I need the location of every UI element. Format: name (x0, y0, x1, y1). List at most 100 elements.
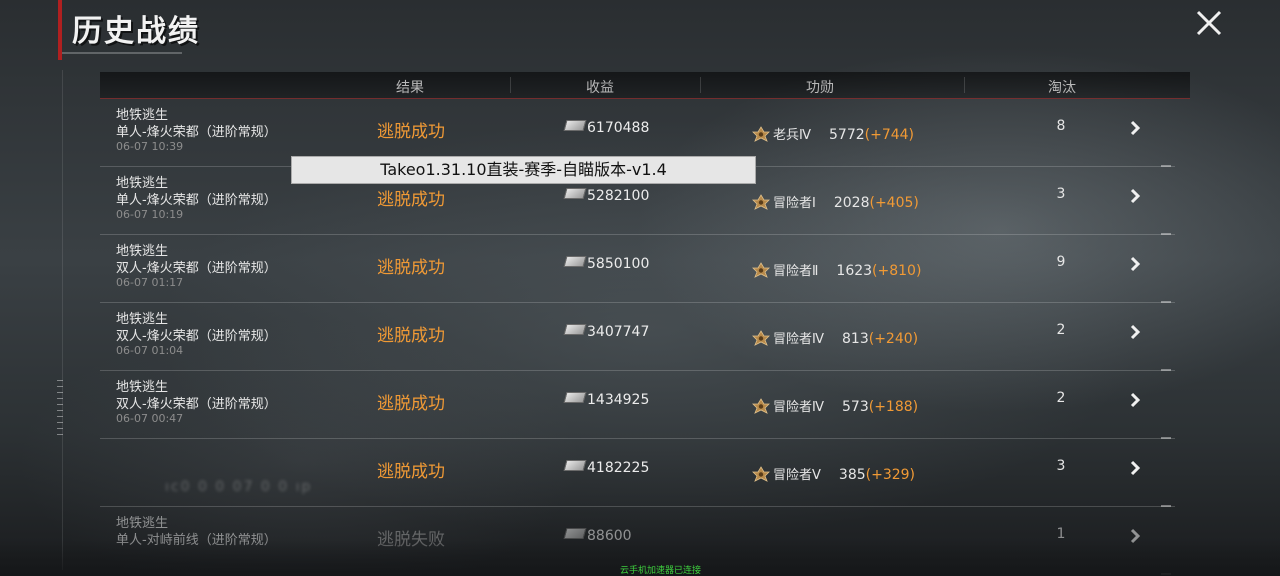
rank-name: 冒险者Ⅱ (773, 264, 819, 279)
match-row[interactable]: 地铁逃生 双人-烽火荣都（进阶常规） 06-07 01:17 逃脱成功 5850100 冒… (100, 236, 1175, 303)
medal-icon (752, 466, 770, 482)
row-tick (1161, 437, 1171, 439)
match-time: 06-07 10:39 (116, 140, 184, 153)
match-time: 06-07 01:17 (116, 276, 184, 289)
match-eliminations: 2 (1056, 390, 1066, 406)
earnings-value: 88600 (587, 528, 632, 544)
earnings-value: 5850100 (587, 256, 650, 272)
connection-status: 云手机加速器已连接 (620, 566, 702, 576)
match-earnings: 3407747 (563, 324, 649, 340)
column-separator (964, 77, 965, 93)
match-eliminations: 8 (1056, 118, 1066, 134)
match-result: 逃脱失败 (377, 530, 445, 550)
match-eliminations: 9 (1056, 254, 1066, 270)
chevron-right-icon[interactable] (1128, 256, 1142, 272)
merit-delta: (+405) (869, 195, 919, 211)
table-header: 结果 收益 功勋 淘汰 (100, 72, 1190, 99)
merit-delta: (+240) (868, 331, 919, 347)
merit-points: 5772 (829, 127, 865, 143)
match-map: 单人-烽火荣都（进阶常规） (116, 125, 277, 140)
match-earnings: 1434925 (563, 392, 649, 408)
title-accent-bar (58, 0, 62, 60)
merit-points: 813 (842, 331, 869, 347)
match-result: 逃脱成功 (377, 326, 445, 346)
earnings-value: 6170488 (587, 120, 650, 136)
rank-name: 冒险者Ⅳ (773, 400, 824, 415)
match-map: 单人-烽火荣都（进阶常规） (116, 193, 277, 208)
rank-name: 冒险者Ⅰ (773, 196, 816, 211)
match-earnings: 4182225 (563, 460, 650, 476)
row-tick (1161, 573, 1171, 575)
chevron-right-icon[interactable] (1128, 460, 1142, 476)
match-merit (752, 532, 791, 549)
match-earnings: 88600 (563, 528, 632, 544)
match-map: 单人-对峙前线（进阶常规） (116, 533, 277, 548)
match-earnings: 6170488 (563, 120, 650, 136)
medal-icon (752, 330, 770, 346)
chevron-right-icon[interactable] (1128, 324, 1142, 340)
match-time: 06-07 00:47 (116, 412, 184, 425)
row-tick (1161, 233, 1171, 235)
cash-icon (563, 392, 587, 403)
earnings-value: 5282100 (587, 188, 650, 204)
match-time: 06-07 01:04 (116, 344, 184, 357)
match-merit: 冒险者Ⅳ 813(+240) (752, 328, 918, 347)
column-header-result: 结果 (396, 80, 424, 96)
page-title: 历史战绩 (72, 14, 200, 49)
close-button[interactable] (1193, 7, 1225, 39)
match-map: 双人-烽火荣都（进阶常规） (116, 261, 277, 276)
merit-delta: (+188) (868, 399, 919, 415)
row-tick (1161, 369, 1171, 371)
match-result: 逃脱成功 (377, 462, 445, 482)
match-result: 逃脱成功 (377, 258, 445, 278)
match-time: 06-07 10:19 (116, 208, 184, 221)
match-eliminations: 3 (1056, 186, 1066, 202)
match-row[interactable]: 地铁逃生 双人-烽火荣都（进阶常规） 06-07 01:04 逃脱成功 3407747 冒… (100, 304, 1175, 371)
match-earnings: 5282100 (563, 188, 650, 204)
merit-points: 1623 (836, 263, 873, 279)
chevron-right-icon[interactable] (1128, 392, 1142, 408)
cash-icon (563, 460, 587, 471)
match-result: 逃脱成功 (377, 122, 445, 142)
match-merit: 老兵Ⅳ 5772(+744) (752, 124, 914, 143)
match-row[interactable]: 地铁逃生 双人-烽火荣都（进阶常规） 06-07 00:47 逃脱成功 1434925 冒… (100, 372, 1175, 439)
close-icon (1196, 10, 1222, 36)
blurred-text: ıc0 0 0 07 0 0 ıp (165, 479, 313, 495)
match-result: 逃脱成功 (377, 394, 445, 414)
left-rail (62, 70, 63, 570)
column-separator (510, 77, 511, 93)
chevron-right-icon[interactable] (1128, 120, 1142, 136)
medal-icon (752, 398, 770, 414)
medal-icon (752, 194, 770, 210)
earnings-value: 4182225 (587, 460, 650, 476)
cash-icon (563, 188, 587, 199)
match-eliminations: 3 (1056, 458, 1066, 474)
row-tick (1161, 165, 1171, 167)
match-earnings: 5850100 (563, 256, 650, 272)
column-header-earnings: 收益 (586, 80, 614, 96)
column-header-eliminations: 淘汰 (1048, 80, 1076, 96)
match-merit: 冒险者Ⅳ 573(+188) (752, 396, 918, 415)
rank-name: 冒险者Ⅴ (773, 468, 821, 483)
merit-delta: (+329) (865, 467, 916, 483)
cash-icon (563, 120, 587, 131)
column-separator (700, 77, 701, 93)
match-eliminations: 1 (1056, 526, 1066, 542)
merit-points: 573 (842, 399, 869, 415)
match-merit: 冒险者Ⅰ 2028(+405) (752, 192, 919, 211)
cash-icon (563, 256, 587, 267)
medal-icon (752, 262, 770, 278)
chevron-right-icon[interactable] (1128, 528, 1142, 544)
watermark-overlay: Takeo1.31.10直装-赛季-自瞄版本-v1.4 (291, 156, 756, 184)
match-result: 逃脱成功 (377, 190, 445, 210)
row-tick (1161, 505, 1171, 507)
chevron-right-icon[interactable] (1128, 188, 1142, 204)
match-row[interactable]: 逃脱成功 4182225 冒险者Ⅴ 385(+329) 3 (100, 440, 1175, 507)
left-ticks (57, 380, 63, 440)
rank-name: 老兵Ⅳ (773, 128, 811, 143)
cash-icon (563, 528, 587, 539)
match-eliminations: 2 (1056, 322, 1066, 338)
merit-points: 385 (838, 467, 866, 483)
medal-icon (752, 126, 770, 142)
rank-name: 冒险者Ⅳ (773, 332, 824, 347)
